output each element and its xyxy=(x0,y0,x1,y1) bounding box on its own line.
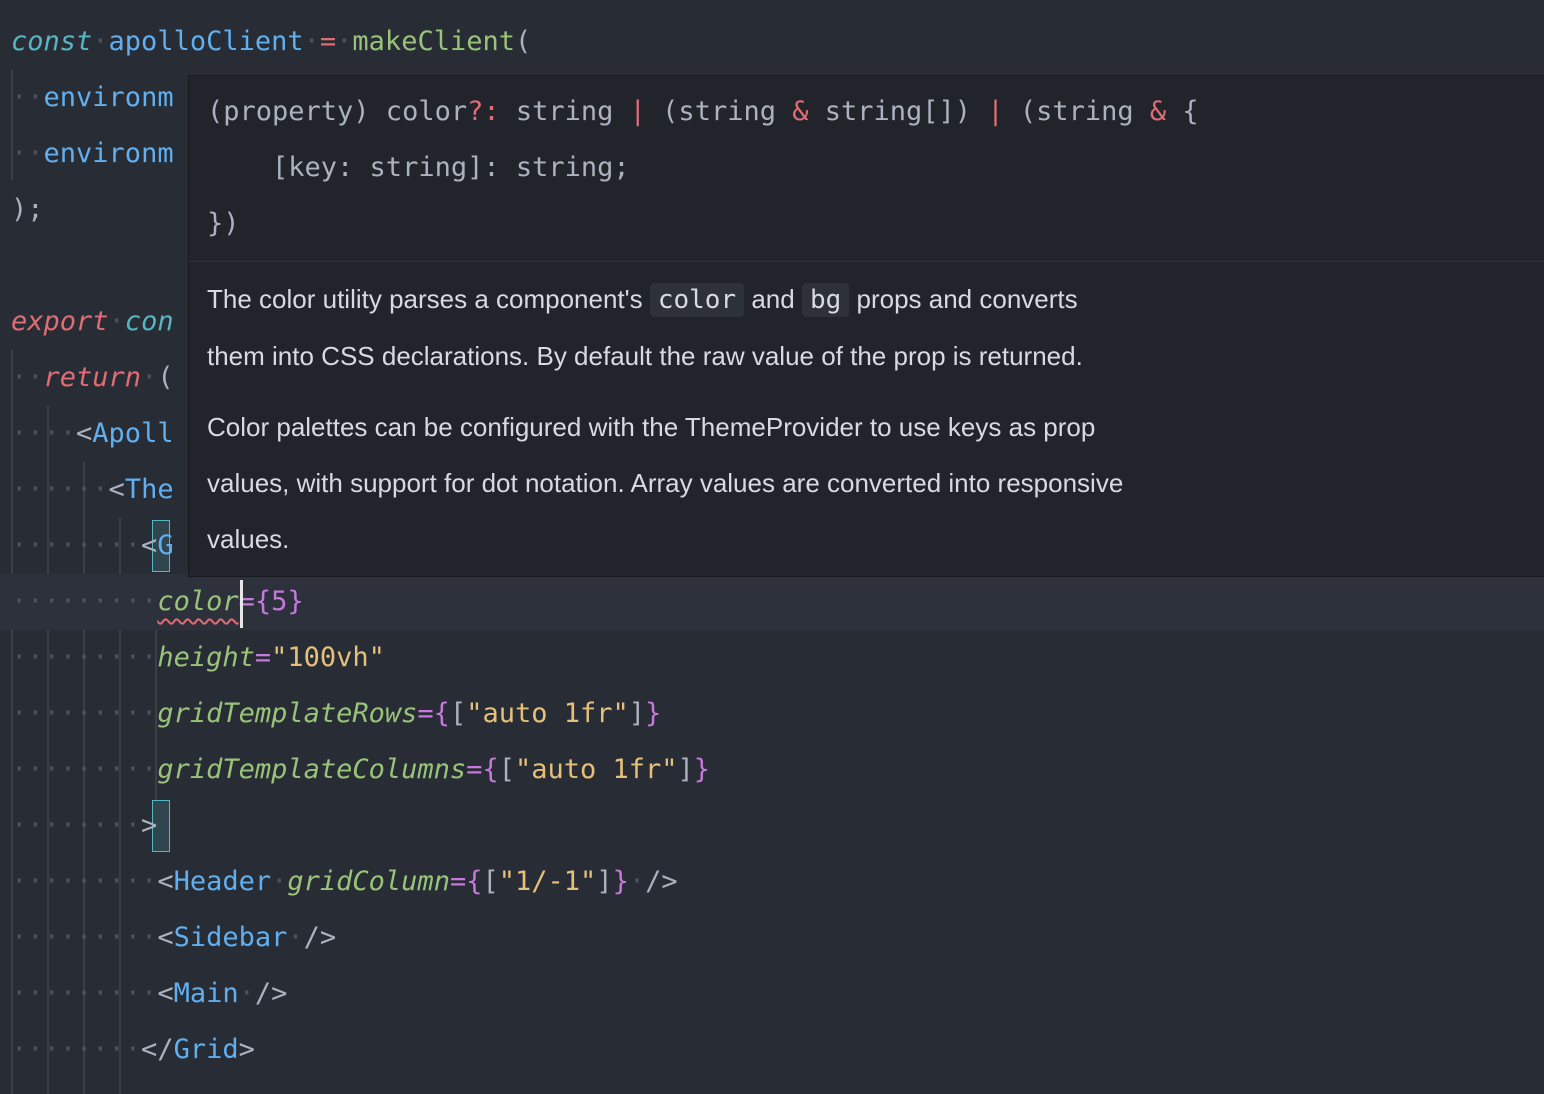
brace: } xyxy=(287,586,304,617)
keyword: const xyxy=(11,26,93,57)
code-line[interactable]: ·········<Header·gridColumn={["1/-1"]}·/… xyxy=(0,854,1544,910)
tooltip-divider xyxy=(189,261,1544,262)
inline-code: color xyxy=(649,283,745,317)
doc-paragraph: Color palettes can be configured with th… xyxy=(207,399,1307,567)
union-pipe: | xyxy=(629,96,646,127)
jsx-tag: Apoll xyxy=(92,418,174,449)
doc-text: props and converts xyxy=(849,284,1078,314)
doc-text: Color palettes can be configured with th… xyxy=(207,412,1096,442)
brace: { xyxy=(254,586,272,617)
code-line[interactable]: ·········height="100vh" xyxy=(0,630,1544,686)
jsx-tag: G xyxy=(157,530,174,561)
identifier: environm xyxy=(43,138,174,169)
tag-bracket: < xyxy=(108,474,125,505)
signature-type: (string xyxy=(1003,96,1150,127)
attribute: gridColumn xyxy=(287,866,450,897)
hover-tooltip: (property) color?: string | (string & st… xyxy=(188,75,1544,577)
jsx-tag: Grid xyxy=(173,1034,239,1065)
optional-marker: ?: xyxy=(467,96,500,127)
string-literal: "auto 1fr" xyxy=(514,754,678,785)
brace: { xyxy=(433,698,450,729)
tag-bracket: </ xyxy=(141,1034,174,1065)
jsx-tag: Sidebar xyxy=(173,922,288,953)
doc-text: values. xyxy=(207,524,290,554)
paren: ( xyxy=(514,26,532,57)
signature-type: string xyxy=(499,96,630,127)
tag-bracket: > xyxy=(238,1034,255,1065)
tag-bracket: /> xyxy=(303,922,337,953)
brace: } xyxy=(693,754,711,785)
attribute: gridTemplateColumns xyxy=(157,754,467,785)
attribute: gridTemplateRows xyxy=(157,698,418,729)
code-line[interactable]: ·········gridTemplateColumns={["auto 1fr… xyxy=(0,742,1544,798)
tag-bracket: /> xyxy=(645,866,678,897)
string-literal: "100vh" xyxy=(271,642,385,673)
operator: = xyxy=(319,26,337,57)
tag-bracket: /> xyxy=(254,978,288,1009)
bracket: [ xyxy=(482,866,499,897)
tag-bracket: < xyxy=(157,866,174,897)
jsx-tag: Header xyxy=(173,866,272,897)
punctuation: ); xyxy=(11,194,44,225)
function-name: makeClient xyxy=(352,26,515,57)
string-literal: "auto 1fr" xyxy=(466,698,629,729)
code-line[interactable]: ········> xyxy=(0,798,1544,854)
bracket: ] xyxy=(677,754,694,785)
keyword: export xyxy=(11,306,109,337)
signature-line: }) xyxy=(207,208,240,239)
attribute-with-error[interactable]: color xyxy=(157,586,238,617)
bracket: ] xyxy=(596,866,613,897)
type-signature: (property) color?: string | (string & st… xyxy=(207,84,1199,252)
doc-text: and xyxy=(744,284,802,314)
keyword: return xyxy=(43,362,142,393)
keyword: con xyxy=(124,306,174,337)
bracket: [ xyxy=(449,698,467,729)
signature-type: (string xyxy=(645,96,793,127)
code-line[interactable]: ·········<Main·/> xyxy=(0,966,1544,1022)
jsx-tag: Main xyxy=(173,978,239,1009)
code-line[interactable]: const·apolloClient·=·makeClient( xyxy=(0,14,1544,70)
signature-prefix: (property) color xyxy=(207,96,468,127)
bracket: ] xyxy=(628,698,646,729)
identifier: apolloClient xyxy=(108,26,304,57)
brace: } xyxy=(612,866,629,897)
union-pipe: | xyxy=(987,96,1004,127)
jsx-tag: The xyxy=(124,474,174,505)
tag-bracket: > xyxy=(141,810,158,841)
text-cursor xyxy=(240,580,243,628)
doc-text: them into CSS declarations. By default t… xyxy=(207,341,1083,371)
intersection-amp: & xyxy=(792,96,809,127)
operator: = xyxy=(449,866,467,897)
code-line-active[interactable]: ·········color={5} xyxy=(0,574,1544,630)
doc-text: values, with support for dot notation. A… xyxy=(207,468,1124,498)
brace: { xyxy=(466,866,483,897)
tag-bracket: < xyxy=(76,418,93,449)
brace: } xyxy=(645,698,662,729)
inline-code: bg xyxy=(801,283,850,317)
intersection-amp: & xyxy=(1149,96,1167,127)
code-line[interactable]: ········</Grid> xyxy=(0,1022,1544,1078)
string-literal: "1/-1" xyxy=(498,866,597,897)
tag-bracket: < xyxy=(141,530,158,561)
operator: = xyxy=(466,754,483,785)
code-editor[interactable]: const·apolloClient·=·makeClient( ··envir… xyxy=(0,0,1544,1094)
brace: { xyxy=(482,754,499,785)
identifier: environm xyxy=(43,82,174,113)
tag-bracket: < xyxy=(157,922,174,953)
attribute: height xyxy=(157,642,255,673)
operator: = xyxy=(254,642,272,673)
operator: = xyxy=(417,698,434,729)
code-line[interactable]: ·········<Sidebar·/> xyxy=(0,910,1544,966)
signature-type: string[]) xyxy=(808,96,988,127)
signature-type: { xyxy=(1166,96,1199,127)
signature-line: [key: string]: string; xyxy=(207,152,630,183)
code-line[interactable]: ·········gridTemplateRows={["auto 1fr"]} xyxy=(0,686,1544,742)
doc-text: The color utility parses a component's xyxy=(207,284,650,314)
number-literal: 5 xyxy=(271,586,288,617)
bracket: [ xyxy=(498,754,515,785)
paren: ( xyxy=(157,362,174,393)
doc-paragraph: The color utility parses a component's c… xyxy=(207,271,1207,384)
tag-bracket: < xyxy=(157,978,174,1009)
